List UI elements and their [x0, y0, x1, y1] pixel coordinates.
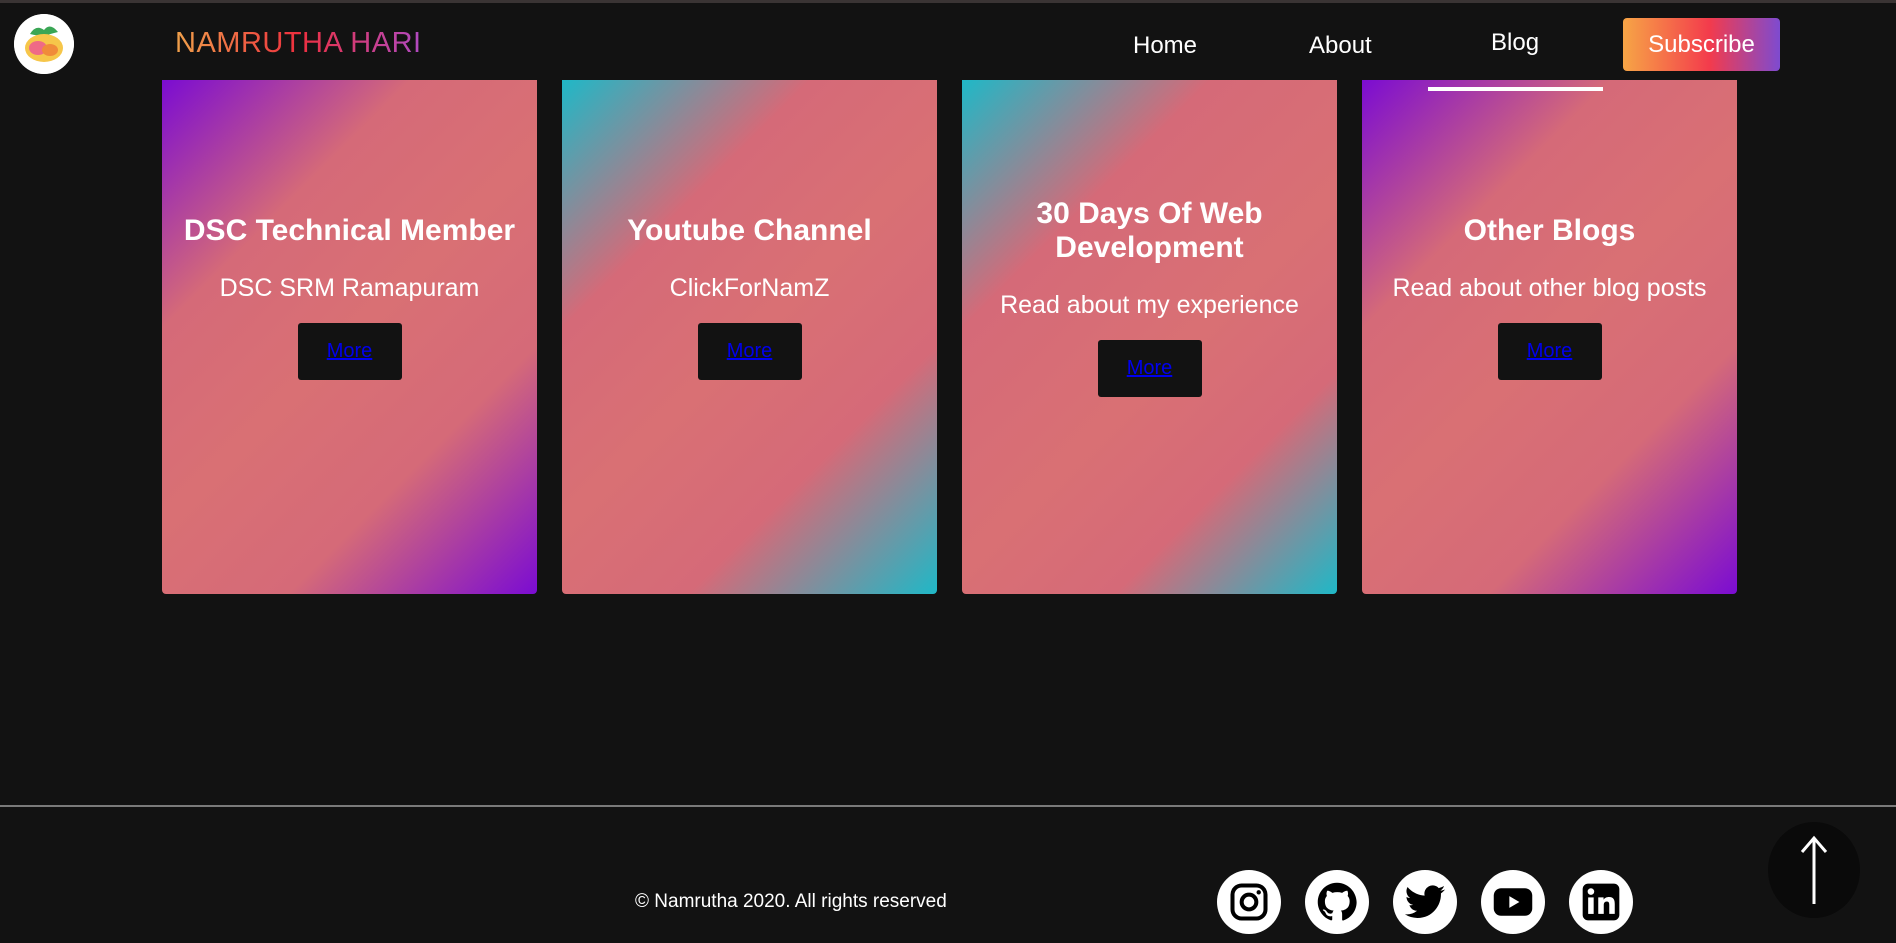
footer-divider	[0, 805, 1896, 807]
more-link[interactable]: More	[327, 340, 373, 363]
card-subtitle: Read about other blog posts	[1392, 274, 1707, 302]
more-link[interactable]: More	[1127, 357, 1173, 380]
linkedin-icon[interactable]	[1569, 870, 1633, 934]
more-button[interactable]: More	[297, 323, 402, 380]
card-title: 30 Days Of Web Development	[1036, 197, 1263, 264]
copyright-text: © Namrutha 2020. All rights reserved	[635, 891, 947, 912]
arrow-up-icon[interactable]	[1768, 822, 1860, 918]
card-subtitle: Read about my experience	[1000, 291, 1299, 319]
card-subtitle: ClickForNamZ	[669, 274, 830, 302]
brand-name[interactable]: NAMRUTHA HARI	[175, 27, 422, 60]
nav-blog[interactable]: Blog	[1491, 29, 1539, 57]
card-web-dev: 30 Days Of Web Development Read about my…	[962, 80, 1337, 594]
more-button[interactable]: More	[697, 323, 802, 380]
twitter-icon[interactable]	[1393, 870, 1457, 934]
instagram-icon[interactable]	[1217, 870, 1281, 934]
card-dsc: DSC Technical Member DSC SRM Ramapuram M…	[162, 80, 537, 594]
youtube-icon[interactable]	[1481, 870, 1545, 934]
subscribe-button[interactable]: Subscribe	[1623, 18, 1780, 71]
more-link[interactable]: More	[1527, 340, 1573, 363]
card-title: Youtube Channel	[627, 214, 872, 247]
nav-home[interactable]: Home	[1133, 32, 1197, 60]
navbar: NAMRUTHA HARI Home About Blog Subscribe	[0, 3, 1896, 80]
more-button[interactable]: More	[1497, 323, 1602, 380]
nav-about[interactable]: About	[1309, 32, 1372, 60]
card-title: Other Blogs	[1463, 214, 1636, 247]
card-other-blogs: Other Blogs Read about other blog posts …	[1362, 80, 1737, 594]
card-title: DSC Technical Member	[183, 214, 516, 247]
more-link[interactable]: More	[727, 340, 773, 363]
more-button[interactable]: More	[1097, 340, 1202, 397]
card-youtube: Youtube Channel ClickForNamZ More	[562, 80, 937, 594]
logo-image[interactable]	[14, 14, 74, 74]
github-icon[interactable]	[1305, 870, 1369, 934]
card-subtitle: DSC SRM Ramapuram	[219, 274, 480, 302]
active-nav-underline	[1428, 87, 1603, 91]
